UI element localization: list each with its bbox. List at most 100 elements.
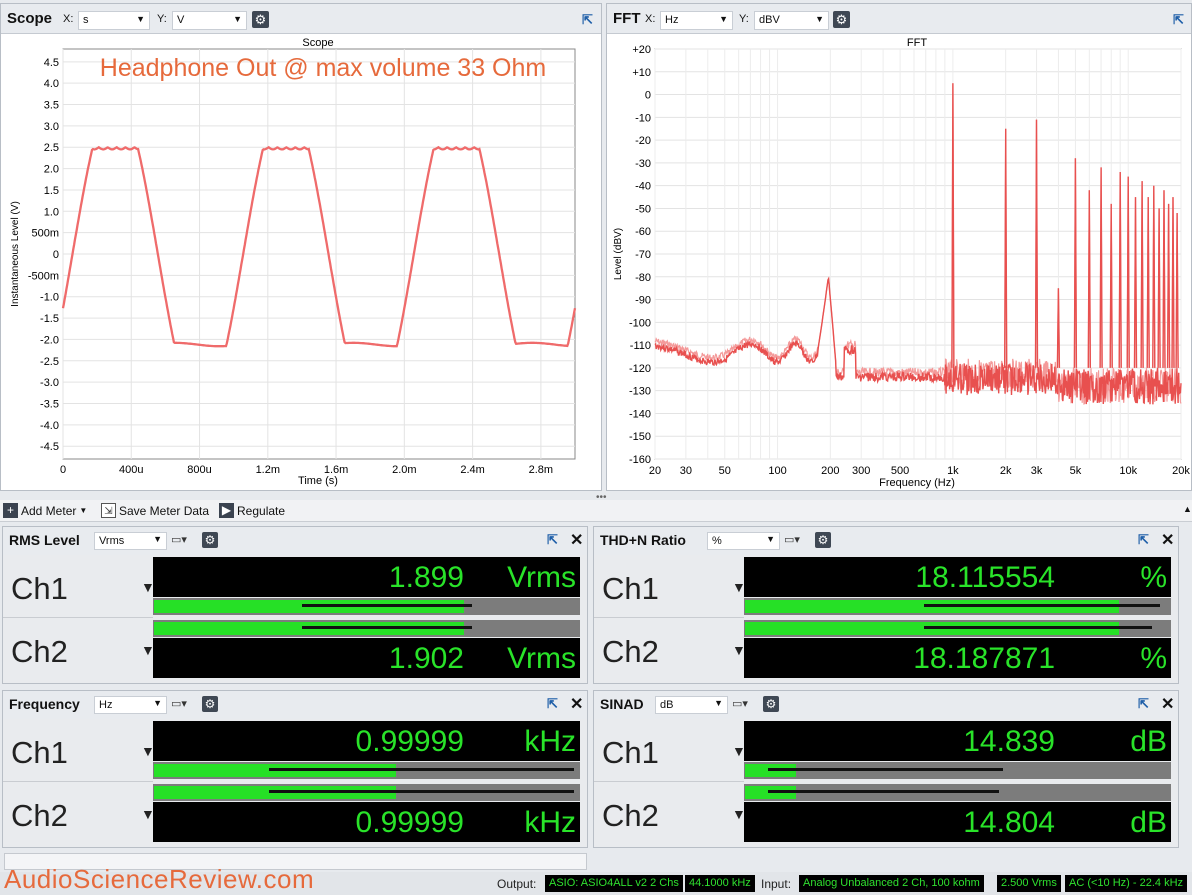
input-range[interactable]: 2.500 Vrms	[997, 875, 1061, 892]
gear-icon[interactable]: ⚙	[202, 696, 218, 712]
x-tick-label: 3k	[1031, 465, 1043, 477]
fft-header: FFT X: Hz ▼ Y: dBV ▼ ⚙ ⇱	[607, 4, 1191, 34]
channel-2-value: 1.902	[388, 642, 464, 675]
meter-unit-select[interactable]: % ▼	[707, 532, 780, 550]
y-tick-label: -130	[629, 386, 651, 398]
channel-2-readout: 14.804 dB	[744, 802, 1171, 842]
gear-icon[interactable]: ⚙	[252, 11, 269, 28]
graph-icon[interactable]: ▭▾	[171, 533, 195, 549]
graph-icon[interactable]: ▭▾	[784, 533, 808, 549]
fft-x-unit-value: Hz	[665, 14, 679, 26]
fft-y-ticks: +20 +10 0 -10 -20 -30 -40 -50 -60 -70 -80 -90 -100 -1…	[629, 44, 651, 466]
popout-icon[interactable]: ⇱	[547, 696, 558, 712]
meter-header: RMS Level Vrms ▼ ▭▾ ⚙ ⇱ ✕	[3, 527, 587, 555]
y-tick-label: 1.0	[44, 206, 59, 218]
chevron-down-icon: ▼	[153, 534, 162, 544]
close-icon[interactable]: ✕	[570, 694, 583, 714]
scope-y-label: Y:	[157, 13, 167, 25]
watermark: AudioScienceReview.com	[4, 864, 315, 894]
channel-1-unit: Vrms	[507, 561, 576, 594]
input-device[interactable]: Analog Unbalanced 2 Ch, 100 kohm	[799, 875, 984, 892]
x-tick-label: 5k	[1070, 465, 1082, 477]
y-tick-label: +20	[632, 44, 651, 56]
save-meter-data-button[interactable]: ⇲ Save Meter Data	[101, 503, 209, 518]
y-tick-label: -110	[630, 340, 651, 352]
channel-2-unit: Vrms	[507, 642, 576, 675]
sinad-meter: SINAD dB ▼ ▭▾ ⚙ ⇱ ✕ Ch1 ▼ Ch2 ▼ 14.839 dB…	[593, 690, 1179, 848]
fft-chart: FFT +20 +10 0 -10 -20 -30 -40 -50 -60 -70 -80 -90 -1…	[613, 37, 1190, 489]
input-coupling[interactable]: AC (<10 Hz) - 22.4 kHz	[1065, 875, 1188, 892]
y-tick-label: -500m	[28, 270, 59, 282]
fft-x-unit-select[interactable]: Hz ▼	[660, 11, 733, 30]
channel-2-bar-peak	[923, 626, 1152, 629]
gear-icon[interactable]: ⚙	[815, 532, 831, 548]
meter-unit-value: %	[712, 535, 722, 547]
y-tick-label: +10	[632, 67, 651, 79]
scope-xlabel: Time (s)	[298, 475, 338, 487]
scope-y-ticks: 4.5 4.0 3.5 3.0 2.5 2.0 1.5 1.0 500m 0 -500m -1.0 -1…	[28, 57, 59, 453]
channel-1-label: Ch1	[11, 571, 68, 606]
graph-icon[interactable]: ▭▾	[732, 697, 756, 713]
meter-unit-select[interactable]: dB ▼	[655, 696, 728, 714]
close-icon[interactable]: ✕	[570, 530, 583, 550]
popout-icon[interactable]: ⇱	[1173, 12, 1184, 28]
popout-icon[interactable]: ⇱	[1138, 696, 1149, 712]
channel-1-label: Ch1	[11, 735, 68, 770]
y-tick-label: -10	[635, 112, 651, 124]
channel-1-unit: %	[1140, 561, 1167, 594]
output-label: Output:	[497, 877, 537, 891]
output-rate[interactable]: 44.1000 kHz	[685, 875, 755, 892]
gear-icon[interactable]: ⚙	[833, 11, 850, 28]
close-icon[interactable]: ✕	[1161, 694, 1174, 714]
plus-icon: +	[3, 503, 18, 518]
gear-icon[interactable]: ⚙	[763, 696, 779, 712]
regulate-button[interactable]: ▶ Regulate	[219, 503, 285, 518]
x-tick-label: 2.0m	[392, 464, 416, 476]
add-meter-label: Add Meter	[21, 503, 77, 518]
input-label: Input:	[761, 877, 792, 891]
scroll-up-icon[interactable]: ▲	[1183, 504, 1192, 514]
channel-1-value: 18.115554	[915, 561, 1055, 594]
x-tick-label: 20	[649, 465, 661, 477]
rms-level-meter: RMS Level Vrms ▼ ▭▾ ⚙ ⇱ ✕ Ch1 ▼ Ch2 ▼ 1.8…	[2, 526, 588, 684]
y-tick-label: 0	[645, 90, 651, 102]
output-device[interactable]: ASIO: ASIO4ALL v2 2 Chs	[545, 875, 683, 892]
chevron-down-icon: ▼	[79, 506, 88, 515]
meter-unit-select[interactable]: Hz ▼	[94, 696, 167, 714]
meter-unit-value: dB	[660, 699, 674, 711]
add-meter-button[interactable]: + Add Meter ▼	[3, 503, 87, 518]
channel-1-label: Ch1	[602, 571, 659, 606]
fft-y-unit-select[interactable]: dBV ▼	[754, 11, 829, 30]
meter-header: THD+N Ratio % ▼ ▭▾ ⚙ ⇱ ✕	[594, 527, 1178, 555]
y-tick-label: 1.5	[44, 185, 59, 197]
x-tick-label: 2.8m	[529, 464, 553, 476]
popout-icon[interactable]: ⇱	[1138, 532, 1149, 548]
meter-header: Frequency Hz ▼ ▭▾ ⚙ ⇱ ✕	[3, 691, 587, 719]
channel-2-readout: 1.902 Vrms	[153, 638, 580, 678]
meter-name: Frequency	[9, 696, 80, 712]
y-tick-label: -30	[635, 158, 651, 170]
scope-y-unit-select[interactable]: V ▼	[172, 11, 247, 30]
popout-icon[interactable]: ⇱	[547, 532, 558, 548]
channel-1-bar-peak	[269, 768, 574, 771]
channel-2-bar-peak	[768, 790, 999, 793]
popout-icon[interactable]: ⇱	[582, 12, 593, 28]
x-tick-label: 100	[768, 465, 786, 477]
x-tick-label: 500	[891, 465, 909, 477]
chevron-down-icon: ▼	[815, 14, 824, 24]
y-tick-label: -2.0	[40, 334, 59, 346]
play-icon: ▶	[219, 503, 234, 518]
meter-unit-select[interactable]: Vrms ▼	[94, 532, 167, 550]
channel-1-readout: 14.839 dB	[744, 721, 1171, 761]
close-icon[interactable]: ✕	[1161, 530, 1174, 550]
graph-icon[interactable]: ▭▾	[171, 697, 195, 713]
fft-panel: FFT X: Hz ▼ Y: dBV ▼ ⚙ ⇱ FFT +20 +10 0 -10 -20…	[606, 3, 1192, 491]
y-tick-label: -2.5	[40, 356, 59, 368]
gear-icon[interactable]: ⚙	[202, 532, 218, 548]
scope-chart: Scope 4.5 4.0 3.5 3.0 2.5 2.0 1.5 1.0 500m 0 -500m…	[10, 37, 577, 487]
y-tick-label: -160	[629, 454, 651, 466]
scope-x-unit-select[interactable]: s ▼	[78, 11, 150, 30]
scope-ylabel: Instantaneous Level (V)	[10, 201, 21, 307]
y-tick-label: 2.5	[44, 142, 59, 154]
y-tick-label: -80	[635, 272, 651, 284]
